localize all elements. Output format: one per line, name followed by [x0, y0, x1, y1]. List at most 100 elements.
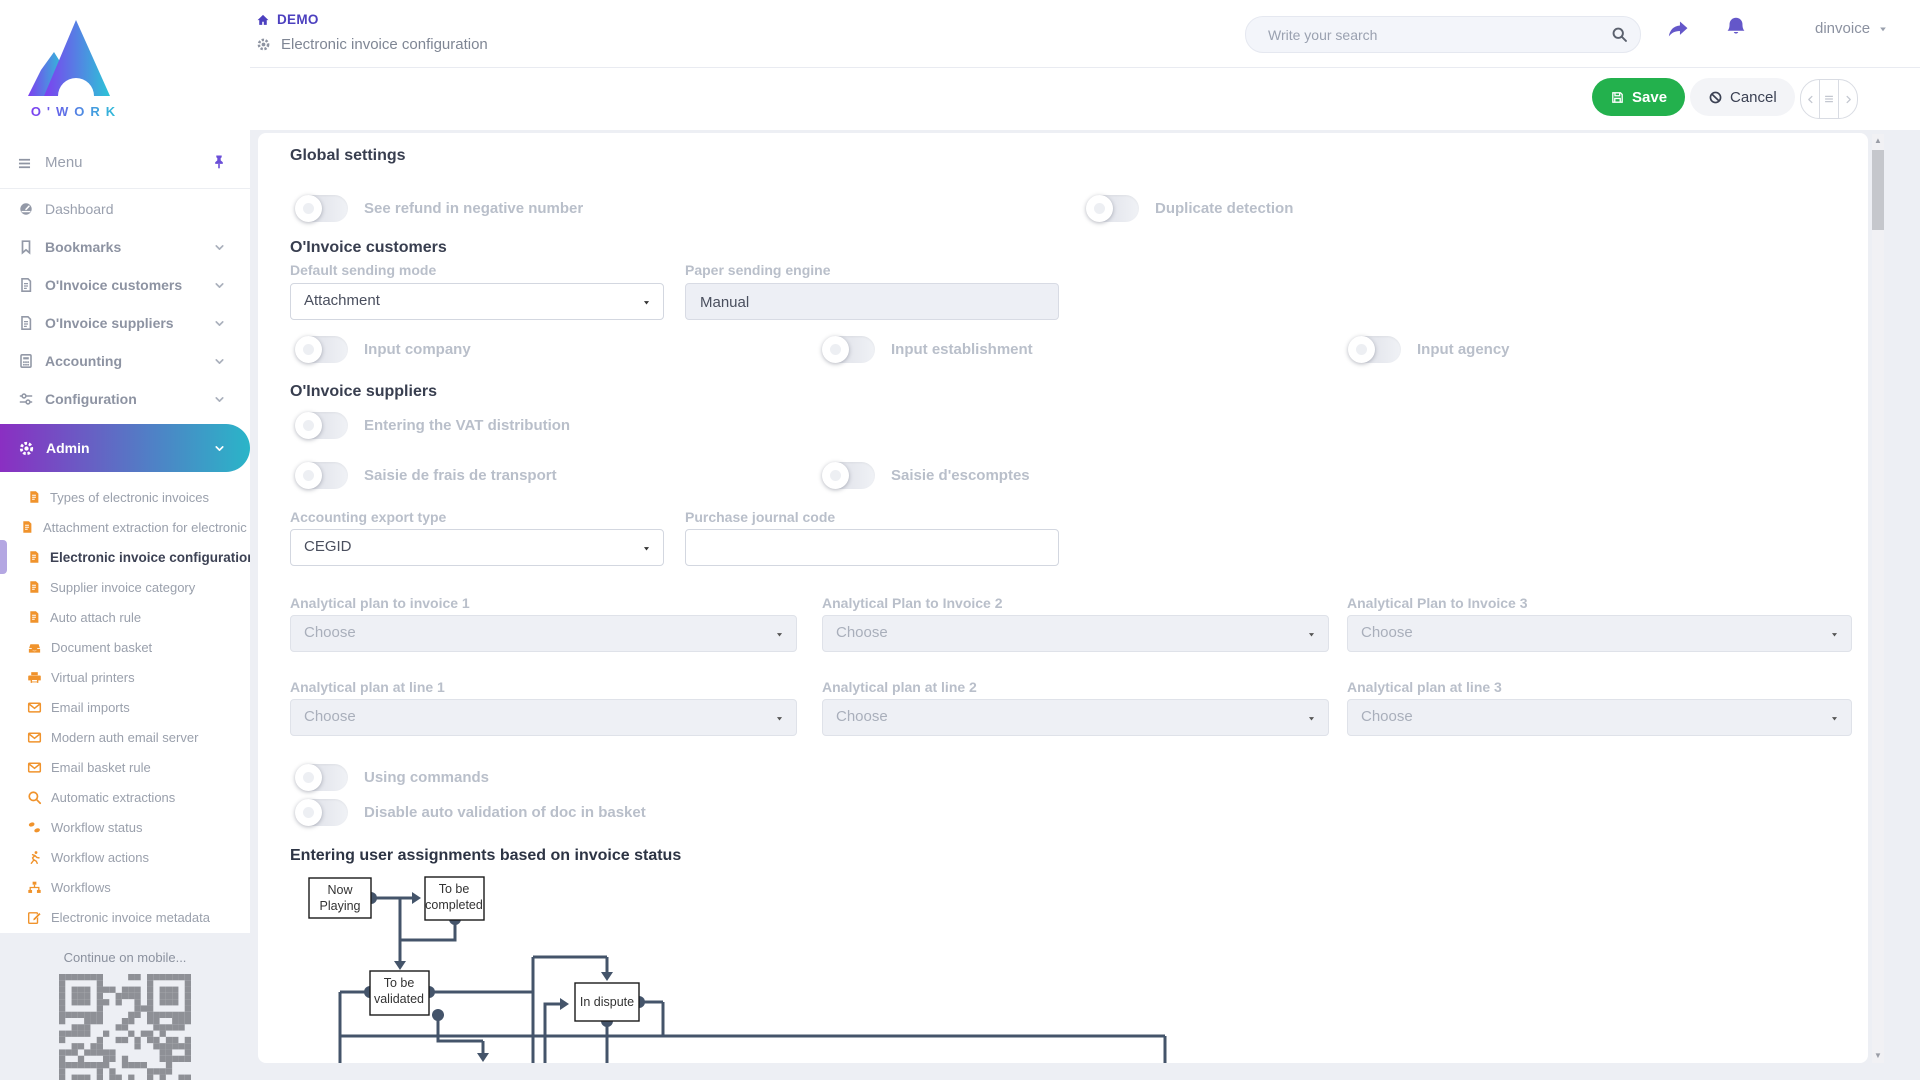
document-icon — [27, 610, 41, 624]
using-commands-label: Using commands — [364, 767, 489, 788]
envelope-icon — [27, 730, 42, 745]
node-label: To be — [439, 882, 470, 896]
purchase-journal-code-input[interactable] — [698, 531, 1050, 566]
sidebar-subitem-workflow-status[interactable]: Workflow status — [0, 813, 250, 841]
sidebar-subitem-virtual-printers[interactable]: Virtual printers — [0, 663, 250, 691]
save-button[interactable]: Save — [1592, 78, 1685, 116]
sidebar-subitem-modern-auth-email-server[interactable]: Modern auth email server — [0, 723, 250, 751]
input-establishment-toggle[interactable] — [823, 336, 875, 363]
select-placeholder: Choose — [836, 708, 888, 725]
caret-down-icon — [642, 298, 651, 307]
breadcrumb[interactable]: DEMO — [256, 12, 319, 27]
sidebar-subitem-supplier-invoice-category[interactable]: Supplier invoice category — [0, 573, 250, 601]
analytical-plan-invoice-1-select[interactable]: Choose — [290, 615, 797, 652]
username: dinvoice — [1815, 20, 1870, 37]
analytical-plan-invoice-2-select[interactable]: Choose — [822, 615, 1329, 652]
analytical-plan-line-2-select[interactable]: Choose — [822, 699, 1329, 736]
paper-sending-engine-input — [698, 285, 1050, 320]
caret-down-icon — [642, 544, 651, 553]
using-commands-toggle[interactable] — [296, 764, 348, 791]
sidebar-subitem-electronic-invoice-configuration[interactable]: Electronic invoice configuration — [0, 543, 250, 571]
caret-down-icon — [775, 714, 784, 723]
caret-down-icon — [1307, 714, 1316, 723]
select-placeholder: Choose — [304, 624, 356, 641]
share-icon[interactable] — [1666, 17, 1690, 41]
analytical-plan-invoice-3-select[interactable]: Choose — [1347, 615, 1852, 652]
sidebar-subitem-email-basket-rule[interactable]: Email basket rule — [0, 753, 250, 781]
analytical-plan-line-1-select[interactable]: Choose — [290, 699, 797, 736]
pager-next-button[interactable] — [1838, 80, 1857, 118]
scroll-down-arrow[interactable]: ▼ — [1872, 1049, 1884, 1063]
analytical-plan-line-1-label: Analytical plan at line 1 — [290, 679, 445, 695]
chevron-down-icon — [1878, 24, 1888, 34]
sidebar-item-bookmarks[interactable]: Bookmarks — [0, 228, 250, 266]
bookmark-icon — [18, 239, 34, 255]
sidebar-subitem-attachment-extraction[interactable]: Attachment extraction for electronic inv… — [0, 513, 250, 541]
sidebar-subitem-workflow-actions[interactable]: Workflow actions — [0, 843, 250, 871]
paper-sending-engine-label: Paper sending engine — [685, 262, 830, 278]
sidebar-subitem-email-imports[interactable]: Email imports — [0, 693, 250, 721]
sidebar-subitem-types-of-electronic-invoices[interactable]: Types of electronic invoices — [0, 483, 250, 511]
search-icon[interactable] — [1611, 26, 1628, 43]
sidebar-item-configuration[interactable]: Configuration — [0, 380, 250, 418]
cancel-button[interactable]: Cancel — [1690, 78, 1795, 116]
sidebar-subitem-workflows[interactable]: Workflows — [0, 873, 250, 901]
select-placeholder: Choose — [1361, 708, 1413, 725]
escomptes-label: Saisie d'escomptes — [891, 465, 1030, 486]
default-sending-mode-select[interactable]: Attachment — [290, 283, 664, 320]
chevron-down-icon — [213, 355, 226, 368]
sliders-icon — [18, 391, 34, 407]
scroll-up-arrow[interactable]: ▲ — [1872, 134, 1884, 148]
input-agency-toggle[interactable] — [1349, 336, 1401, 363]
chevron-down-icon — [213, 442, 226, 455]
vertical-scrollbar[interactable]: ▲ ▼ — [1872, 134, 1884, 1063]
record-pager — [1800, 79, 1858, 119]
pager-previous-button[interactable] — [1801, 80, 1819, 118]
input-company-toggle[interactable] — [296, 336, 348, 363]
pager-list-button[interactable] — [1819, 80, 1838, 118]
node-label: Playing — [320, 899, 361, 913]
input-establishment-label: Input establishment — [891, 339, 1033, 360]
hamburger-icon[interactable] — [16, 155, 33, 172]
see-refund-toggle[interactable] — [296, 195, 348, 222]
caret-down-icon — [775, 630, 784, 639]
chevron-down-icon — [213, 393, 226, 406]
shoeprints-icon — [27, 820, 42, 835]
search-input[interactable] — [1266, 17, 1600, 52]
accounting-export-type-select[interactable]: CEGID — [290, 529, 664, 566]
sidebar-subitem-auto-attach-rule[interactable]: Auto attach rule — [0, 603, 250, 631]
frais-transport-toggle[interactable] — [296, 462, 348, 489]
sidebar-item-oinvoice-customers[interactable]: O'Invoice customers — [0, 266, 250, 304]
menu-label: Menu — [45, 154, 83, 171]
owork-logo: O'WORK — [16, 6, 136, 124]
toggle-knob — [295, 462, 322, 489]
user-menu[interactable]: dinvoice — [1815, 20, 1888, 37]
sidebar-item-admin[interactable]: Admin — [0, 424, 250, 472]
analytical-plan-line-2-label: Analytical plan at line 2 — [822, 679, 977, 695]
bell-icon[interactable] — [1724, 15, 1748, 39]
sidebar-item-accounting[interactable]: Accounting — [0, 342, 250, 380]
sidebar-item-oinvoice-suppliers[interactable]: O'Invoice suppliers — [0, 304, 250, 342]
vat-distribution-toggle[interactable] — [296, 412, 348, 439]
sidebar-item-dashboard[interactable]: Dashboard — [0, 190, 250, 228]
envelope-icon — [27, 760, 42, 775]
escomptes-toggle[interactable] — [823, 462, 875, 489]
sidebar-subitem-automatic-extractions[interactable]: Automatic extractions — [0, 783, 250, 811]
select-value: Attachment — [304, 292, 380, 309]
sidebar-subitem-document-basket[interactable]: Document basket — [0, 633, 250, 661]
toggle-knob — [1086, 195, 1113, 222]
scrollbar-thumb[interactable] — [1872, 150, 1884, 230]
pin-icon[interactable] — [211, 154, 227, 170]
analytical-plan-line-3-select[interactable]: Choose — [1347, 699, 1852, 736]
duplicate-detection-toggle[interactable] — [1087, 195, 1139, 222]
toggle-knob — [295, 764, 322, 791]
document-icon — [27, 580, 41, 594]
chevron-left-icon — [1805, 94, 1816, 105]
select-value: CEGID — [304, 538, 352, 555]
disable-auto-validation-toggle[interactable] — [296, 799, 348, 826]
chevron-right-icon — [1843, 94, 1854, 105]
duplicate-detection-label: Duplicate detection — [1155, 198, 1293, 219]
sidebar-subitem-electronic-invoice-metadata[interactable]: Electronic invoice metadata — [0, 903, 250, 931]
gear-icon — [256, 37, 271, 52]
envelope-icon — [27, 700, 42, 715]
